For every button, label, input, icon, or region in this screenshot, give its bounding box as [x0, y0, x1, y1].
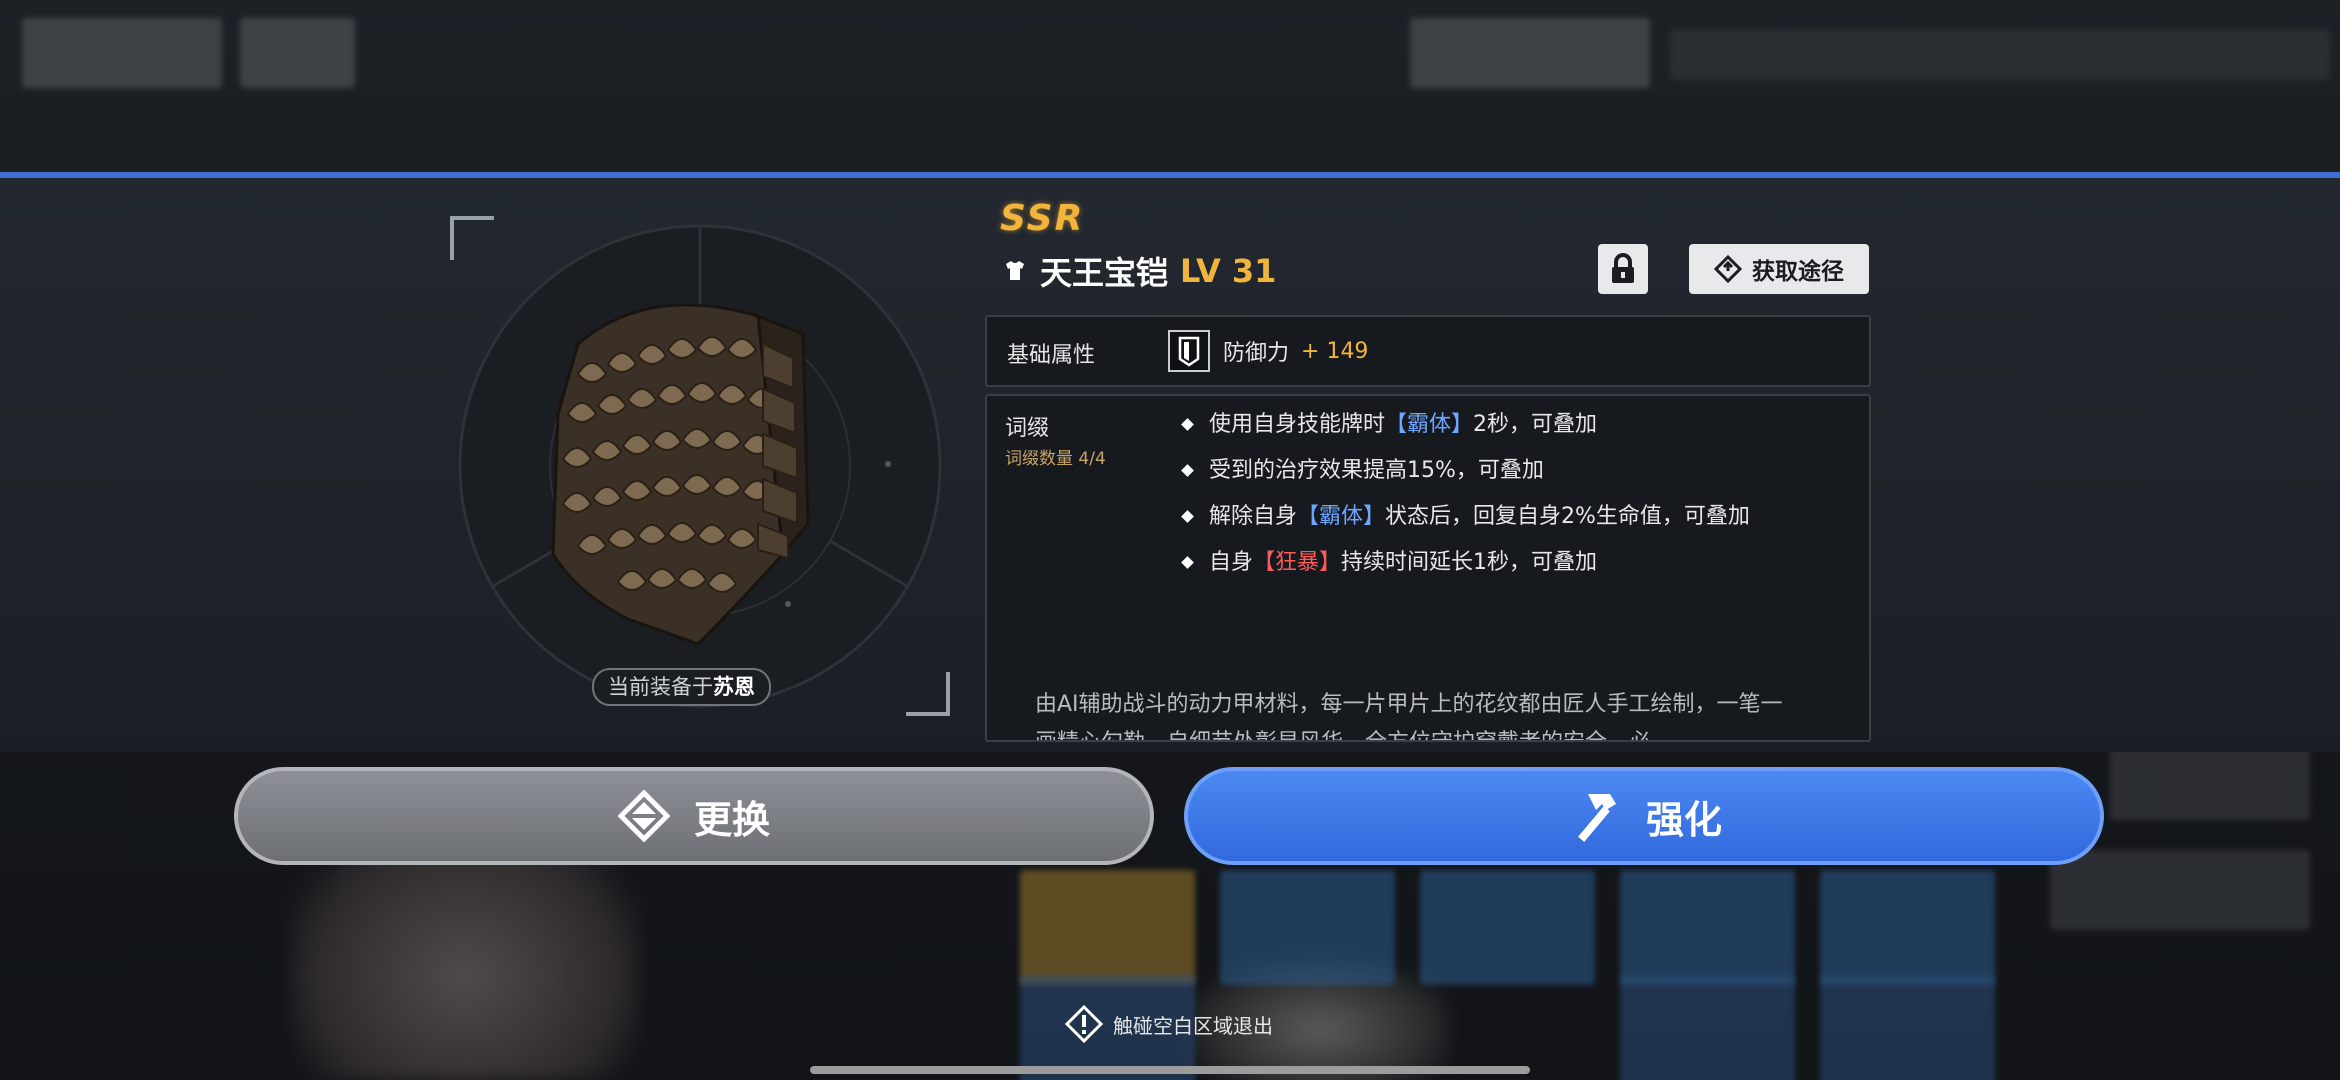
item-lore-text: 由AI辅助战斗的动力甲材料，每一片甲片上的花纹都由匠人手工绘制，一笔一画精心勾勒…: [1035, 692, 1783, 740]
bg-home-button: [240, 18, 355, 88]
base-stats-label: 基础属性: [1007, 343, 1096, 368]
affix-item: 自身【狂暴】持续时间延长1秒，可叠加: [1179, 544, 1799, 582]
acquire-source-button[interactable]: 获取途径: [1689, 244, 1869, 294]
bg-side-button: [2110, 740, 2310, 820]
bg-filter-button: [1410, 18, 1650, 88]
item-level: LV 31: [1180, 252, 1277, 290]
defense-stat-value: + 149: [1301, 338, 1369, 364]
equipped-prefix: 当前装备于: [608, 675, 713, 699]
enhance-label: 强化: [1645, 797, 1722, 842]
enhance-button[interactable]: 强化: [1184, 767, 2104, 865]
keyword-super-armor: 【霸体】: [1385, 412, 1474, 437]
item-detail-panel: 当前装备于苏恩 SSR 天王宝铠 LV 31 获取途径 基础属性 防御力 + 1…: [0, 172, 2340, 752]
item-title: 天王宝铠 LV 31: [1002, 248, 1276, 294]
lock-button[interactable]: [1598, 244, 1648, 294]
keyword-berserk: 【狂暴】: [1253, 550, 1342, 575]
exit-hint-label: 触碰空白区域退出: [1113, 1013, 1273, 1038]
bg-item-tile: [1820, 975, 1995, 1080]
bg-item-tile: [1420, 870, 1595, 985]
bg-item-tile: [1620, 975, 1795, 1080]
source-diamond-icon: [1714, 255, 1742, 283]
replace-button[interactable]: 更换: [234, 767, 1154, 865]
replace-label: 更换: [693, 797, 770, 842]
bg-side-button: [2050, 850, 2310, 930]
affix-list: 使用自身技能牌时【霸体】2秒，可叠加 受到的治疗效果提高15%，可叠加 解除自身…: [1179, 406, 1799, 590]
shield-icon: [1168, 330, 1210, 372]
affix-item: 受到的治疗效果提高15%，可叠加: [1179, 452, 1799, 490]
affix-label: 词缀: [1005, 416, 1050, 441]
base-stats-box: 基础属性 防御力 + 149: [985, 315, 1871, 387]
bg-item-tile: [1020, 870, 1195, 985]
bg-item-tile: [1820, 870, 1995, 985]
bg-tabs: [1670, 30, 2330, 80]
swap-diamond-icon: [617, 790, 670, 842]
armor-type-icon: [1006, 261, 1024, 280]
rarity-badge: SSR: [1000, 198, 1085, 239]
item-display: 当前装备于苏恩: [450, 216, 950, 716]
equipped-character-name: 苏恩: [713, 675, 755, 699]
home-indicator[interactable]: [810, 1066, 1530, 1074]
affix-box[interactable]: 词缀 词缀数量 4/4 使用自身技能牌时【霸体】2秒，可叠加 受到的治疗效果提高…: [985, 394, 1871, 742]
keyword-super-armor: 【霸体】: [1297, 504, 1386, 529]
lock-icon: [1612, 253, 1634, 283]
defense-stat-name: 防御力: [1223, 341, 1290, 366]
acquire-source-label: 获取途径: [1752, 259, 1844, 285]
warning-diamond-icon: [1065, 1005, 1103, 1043]
exit-hint[interactable]: 触碰空白区域退出: [1065, 1005, 1273, 1043]
defense-stat: 防御力 + 149: [1167, 329, 1368, 373]
item-name: 天王宝铠: [1040, 254, 1169, 292]
bg-item-tile: [1620, 870, 1795, 985]
bg-item-tile: [1220, 870, 1395, 985]
item-ring-frame: [458, 224, 942, 708]
affix-count: 词缀数量 4/4: [1005, 449, 1106, 469]
affix-item: 使用自身技能牌时【霸体】2秒，可叠加: [1179, 406, 1799, 444]
equipped-by-badge: 当前装备于苏恩: [592, 668, 771, 706]
hammer-icon: [1578, 794, 1616, 842]
bg-back-button: [22, 18, 222, 88]
affix-item: 解除自身【霸体】状态后，回复自身2%生命值，可叠加: [1179, 498, 1799, 536]
